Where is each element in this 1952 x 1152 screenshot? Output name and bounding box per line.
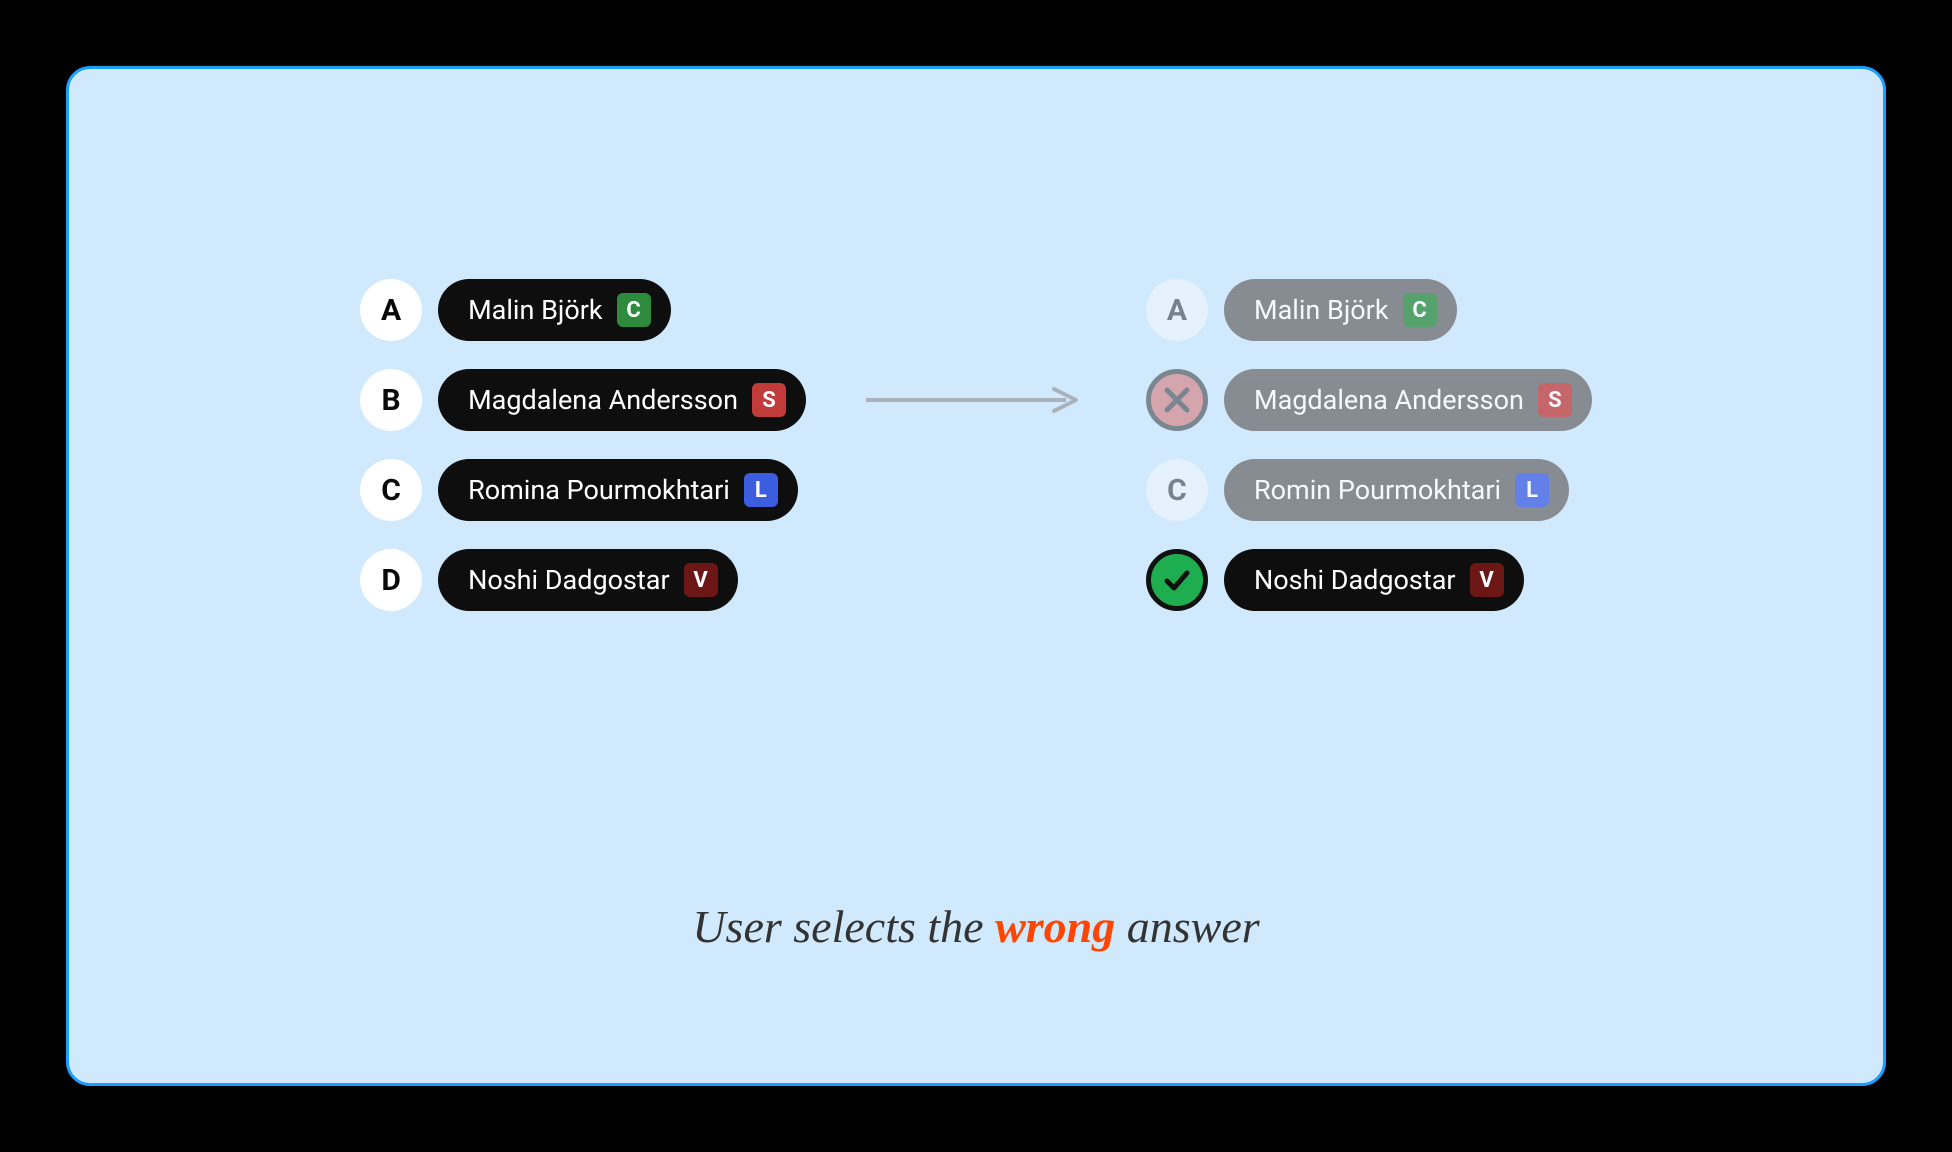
party-badge: S: [752, 383, 786, 417]
party-badge: C: [617, 293, 651, 327]
option-name: Noshi Dadgostar: [468, 564, 670, 596]
option-letter: D: [360, 549, 422, 611]
option-pill: Malin Björk C: [1224, 279, 1457, 341]
option-c-before[interactable]: C Romina Pourmokhtari L: [360, 459, 806, 521]
option-name: Malin Björk: [468, 294, 603, 326]
party-badge: L: [1515, 473, 1549, 507]
caption-after: answer: [1115, 901, 1259, 952]
option-a-after: A Malin Björk C: [1146, 279, 1592, 341]
option-pill: Romina Pourmokhtari L: [438, 459, 798, 521]
caption-before: User selects the: [692, 901, 995, 952]
option-b-after-wrong: Magdalena Andersson S: [1146, 369, 1592, 431]
caption-emphasis: wrong: [995, 901, 1115, 952]
option-d-after-correct: Noshi Dadgostar V: [1146, 549, 1592, 611]
option-pill: Magdalena Andersson S: [438, 369, 806, 431]
party-badge: V: [684, 563, 718, 597]
columns: A Malin Björk C B Magdalena Andersson S …: [129, 279, 1823, 611]
option-name: Noshi Dadgostar: [1254, 564, 1456, 596]
party-badge: L: [744, 473, 778, 507]
correct-icon: [1146, 549, 1208, 611]
party-badge: S: [1538, 383, 1572, 417]
option-pill: Noshi Dadgostar V: [438, 549, 738, 611]
party-badge: C: [1403, 293, 1437, 327]
option-letter: B: [360, 369, 422, 431]
option-letter: C: [1146, 459, 1208, 521]
option-name: Magdalena Andersson: [1254, 384, 1524, 416]
option-name: Romina Pourmokhtari: [468, 474, 730, 506]
option-name: Malin Björk: [1254, 294, 1389, 326]
before-column: A Malin Björk C B Magdalena Andersson S …: [360, 279, 806, 611]
option-letter: A: [1146, 279, 1208, 341]
option-letter: A: [360, 279, 422, 341]
wrong-icon: [1146, 369, 1208, 431]
option-c-after: C Romin Pourmokhtari L: [1146, 459, 1592, 521]
arrow-icon: [866, 369, 1086, 431]
option-pill: Noshi Dadgostar V: [1224, 549, 1524, 611]
diagram-panel: A Malin Björk C B Magdalena Andersson S …: [66, 66, 1886, 1086]
option-pill: Malin Björk C: [438, 279, 671, 341]
option-pill: Romin Pourmokhtari L: [1224, 459, 1569, 521]
party-badge: V: [1470, 563, 1504, 597]
option-name: Romin Pourmokhtari: [1254, 474, 1501, 506]
option-b-before[interactable]: B Magdalena Andersson S: [360, 369, 806, 431]
option-name: Magdalena Andersson: [468, 384, 738, 416]
option-pill: Magdalena Andersson S: [1224, 369, 1592, 431]
option-d-before[interactable]: D Noshi Dadgostar V: [360, 549, 806, 611]
after-column: A Malin Björk C Magdalena Andersson S: [1146, 279, 1592, 611]
option-a-before[interactable]: A Malin Björk C: [360, 279, 806, 341]
caption: User selects the wrong answer: [69, 900, 1883, 953]
option-letter: C: [360, 459, 422, 521]
